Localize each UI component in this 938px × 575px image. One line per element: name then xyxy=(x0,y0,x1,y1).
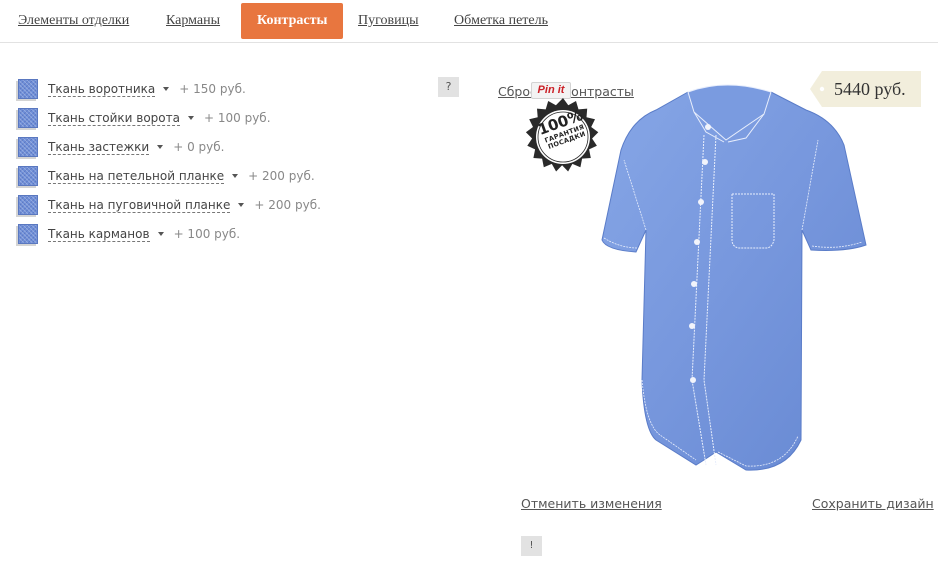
tab-bar: Элементы отделки Карманы Контрасты Пугов… xyxy=(0,0,938,43)
option-buttonhole-placket-fabric[interactable]: Ткань на петельной планке + 200 руб. xyxy=(18,165,315,187)
option-label[interactable]: Ткань на пуговичной планке xyxy=(48,198,231,213)
option-placket-fabric[interactable]: Ткань застежки + 0 руб. xyxy=(18,136,225,158)
cancel-changes-link[interactable]: Отменить изменения xyxy=(521,496,662,511)
option-label[interactable]: Ткань воротника xyxy=(48,82,156,97)
info-button[interactable]: ! xyxy=(521,536,542,556)
option-price: + 200 руб. xyxy=(254,198,321,212)
option-label[interactable]: Ткань застежки xyxy=(48,140,150,155)
save-design-link[interactable]: Сохранить дизайн xyxy=(812,496,934,511)
fabric-swatch[interactable] xyxy=(18,137,38,157)
option-pocket-fabric[interactable]: Ткань карманов + 100 руб. xyxy=(18,223,240,245)
option-price: + 100 руб. xyxy=(203,111,271,125)
option-price: + 0 руб. xyxy=(173,140,225,154)
tab-buttons[interactable]: Пуговицы xyxy=(358,13,419,29)
option-collar-stand-fabric[interactable]: Ткань стойки ворота + 100 руб. xyxy=(18,107,271,129)
tab-pockets[interactable]: Карманы xyxy=(166,13,220,29)
option-label[interactable]: Ткань карманов xyxy=(48,227,150,242)
fabric-swatch[interactable] xyxy=(18,108,38,128)
fabric-swatch[interactable] xyxy=(18,224,38,244)
help-button[interactable]: ? xyxy=(438,77,459,97)
tab-contrasts[interactable]: Контрасты xyxy=(241,3,344,39)
option-button-placket-fabric[interactable]: Ткань на пуговичной планке + 200 руб. xyxy=(18,194,321,216)
tab-buttonholes[interactable]: Обметка петель xyxy=(454,13,548,29)
chevron-down-icon[interactable] xyxy=(163,87,170,91)
chevron-down-icon[interactable] xyxy=(232,174,239,178)
fabric-swatch[interactable] xyxy=(18,79,38,99)
option-label[interactable]: Ткань на петельной планке xyxy=(48,169,225,184)
option-price: + 100 руб. xyxy=(173,227,241,241)
option-collar-fabric[interactable]: Ткань воротника + 150 руб. xyxy=(18,78,246,100)
shirt-preview-image xyxy=(601,84,867,471)
tab-finishing[interactable]: Элементы отделки xyxy=(18,13,129,29)
fabric-swatch[interactable] xyxy=(18,195,38,215)
chevron-down-icon[interactable] xyxy=(157,145,164,149)
chevron-down-icon[interactable] xyxy=(157,232,164,236)
chevron-down-icon[interactable] xyxy=(238,203,245,207)
fit-guarantee-badge: 100% ГАРАНТИЯ ПОСАДКИ xyxy=(521,97,605,181)
option-price: + 150 руб. xyxy=(179,82,246,96)
fabric-swatch[interactable] xyxy=(18,166,38,186)
chevron-down-icon[interactable] xyxy=(187,116,194,120)
option-label[interactable]: Ткань стойки ворота xyxy=(48,111,180,126)
option-price: + 200 руб. xyxy=(248,169,315,183)
